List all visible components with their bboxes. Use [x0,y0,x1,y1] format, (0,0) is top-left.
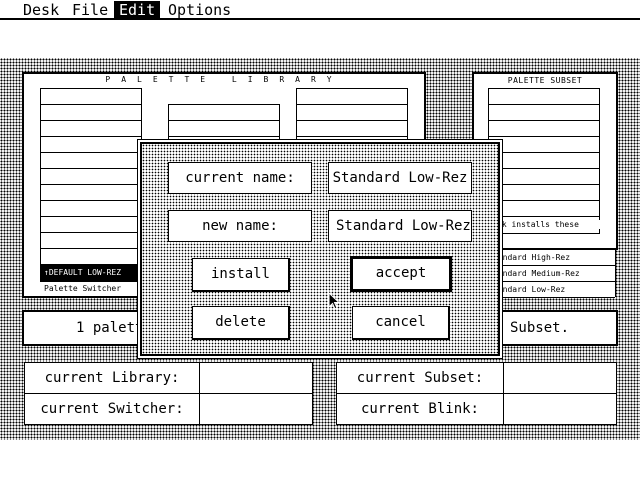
list-item[interactable] [489,185,599,201]
list-item[interactable] [489,201,599,217]
list-item[interactable] [489,105,599,121]
list-item[interactable] [297,89,407,105]
list-item[interactable] [489,137,599,153]
list-item[interactable] [489,121,599,137]
current-blink-label: current Blink: [336,393,504,425]
list-item[interactable] [489,153,599,169]
list-item[interactable]: tandard Medium-Rez [491,266,615,282]
current-switcher-label: current Switcher: [24,393,200,425]
list-item[interactable] [41,217,141,233]
install-button[interactable]: install [192,258,290,292]
list-item[interactable] [41,201,141,217]
palette-library-title: PALETTE LIBRARY [105,75,343,84]
delete-button[interactable]: delete [192,306,290,340]
list-item[interactable] [41,249,141,265]
blink-caption: nk installs these [497,220,609,229]
list-item[interactable] [41,153,141,169]
palette-switcher-caption: Palette Switcher [44,284,122,293]
current-subset-label: current Subset: [336,362,504,394]
list-item[interactable]: tandard Low-Rez [491,282,615,298]
current-blink-value [503,393,617,425]
list-item[interactable] [297,105,407,121]
new-name-label: new name: [168,210,312,242]
current-library-value [199,362,313,394]
mouse-pointer-icon [328,292,341,310]
current-subset-value [503,362,617,394]
menu-desk[interactable]: Desk [18,1,64,19]
switcher-selected-item[interactable]: ↑DEFAULT LOW-REZ [41,265,141,281]
current-library-label: current Library: [24,362,200,394]
menu-options[interactable]: Options [163,1,236,19]
list-item[interactable] [169,105,279,121]
subset-list[interactable] [488,88,600,234]
menu-edit[interactable]: Edit [114,1,161,19]
palette-subset-title: PALETTE SUBSET [507,76,583,85]
list-item[interactable] [297,121,407,137]
list-item[interactable] [41,137,141,153]
switcher-list[interactable]: ↑DEFAULT LOW-REZ [40,88,142,282]
list-item[interactable] [169,121,279,137]
menu-bar: Desk File Edit Options [0,0,640,20]
list-item[interactable] [41,105,141,121]
status-message-left: 1 palett [76,320,144,336]
list-item[interactable] [41,121,141,137]
current-name-value: Standard Low-Rez [328,162,472,194]
status-message-right: Subset. [510,320,570,336]
list-item[interactable] [489,169,599,185]
list-item[interactable] [41,89,141,105]
list-item[interactable] [489,89,599,105]
current-switcher-value [199,393,313,425]
list-item[interactable]: tandard High-Rez [491,250,615,266]
new-name-input[interactable]: Standard Low-Rez [328,210,472,242]
menu-file[interactable]: File [67,1,113,19]
subset-items: tandard High-Rez tandard Medium-Rez tand… [490,250,616,298]
accept-button[interactable]: accept [350,256,452,292]
rename-palette-dialog: current name: Standard Low-Rez new name:… [140,142,500,356]
list-item[interactable] [41,233,141,249]
list-item[interactable] [41,169,141,185]
cancel-button[interactable]: cancel [352,306,450,340]
current-name-label: current name: [168,162,312,194]
list-item[interactable] [41,185,141,201]
